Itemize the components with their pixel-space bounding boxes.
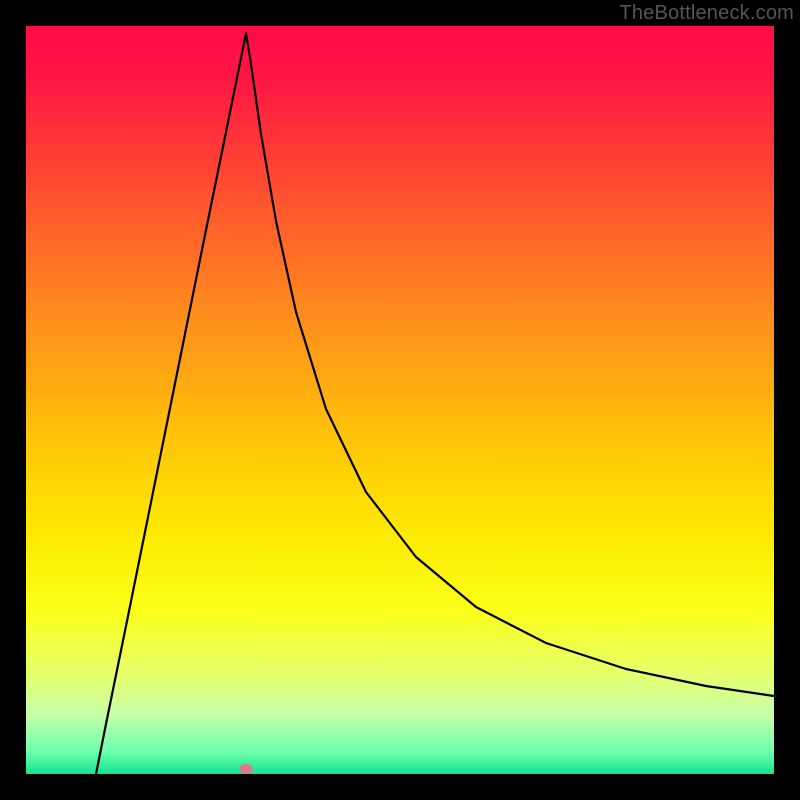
minimum-marker — [239, 764, 253, 774]
chart-frame — [26, 26, 774, 774]
bottleneck-curve — [26, 26, 774, 774]
plot-area — [26, 26, 774, 774]
watermark-label: TheBottleneck.com — [619, 2, 794, 25]
